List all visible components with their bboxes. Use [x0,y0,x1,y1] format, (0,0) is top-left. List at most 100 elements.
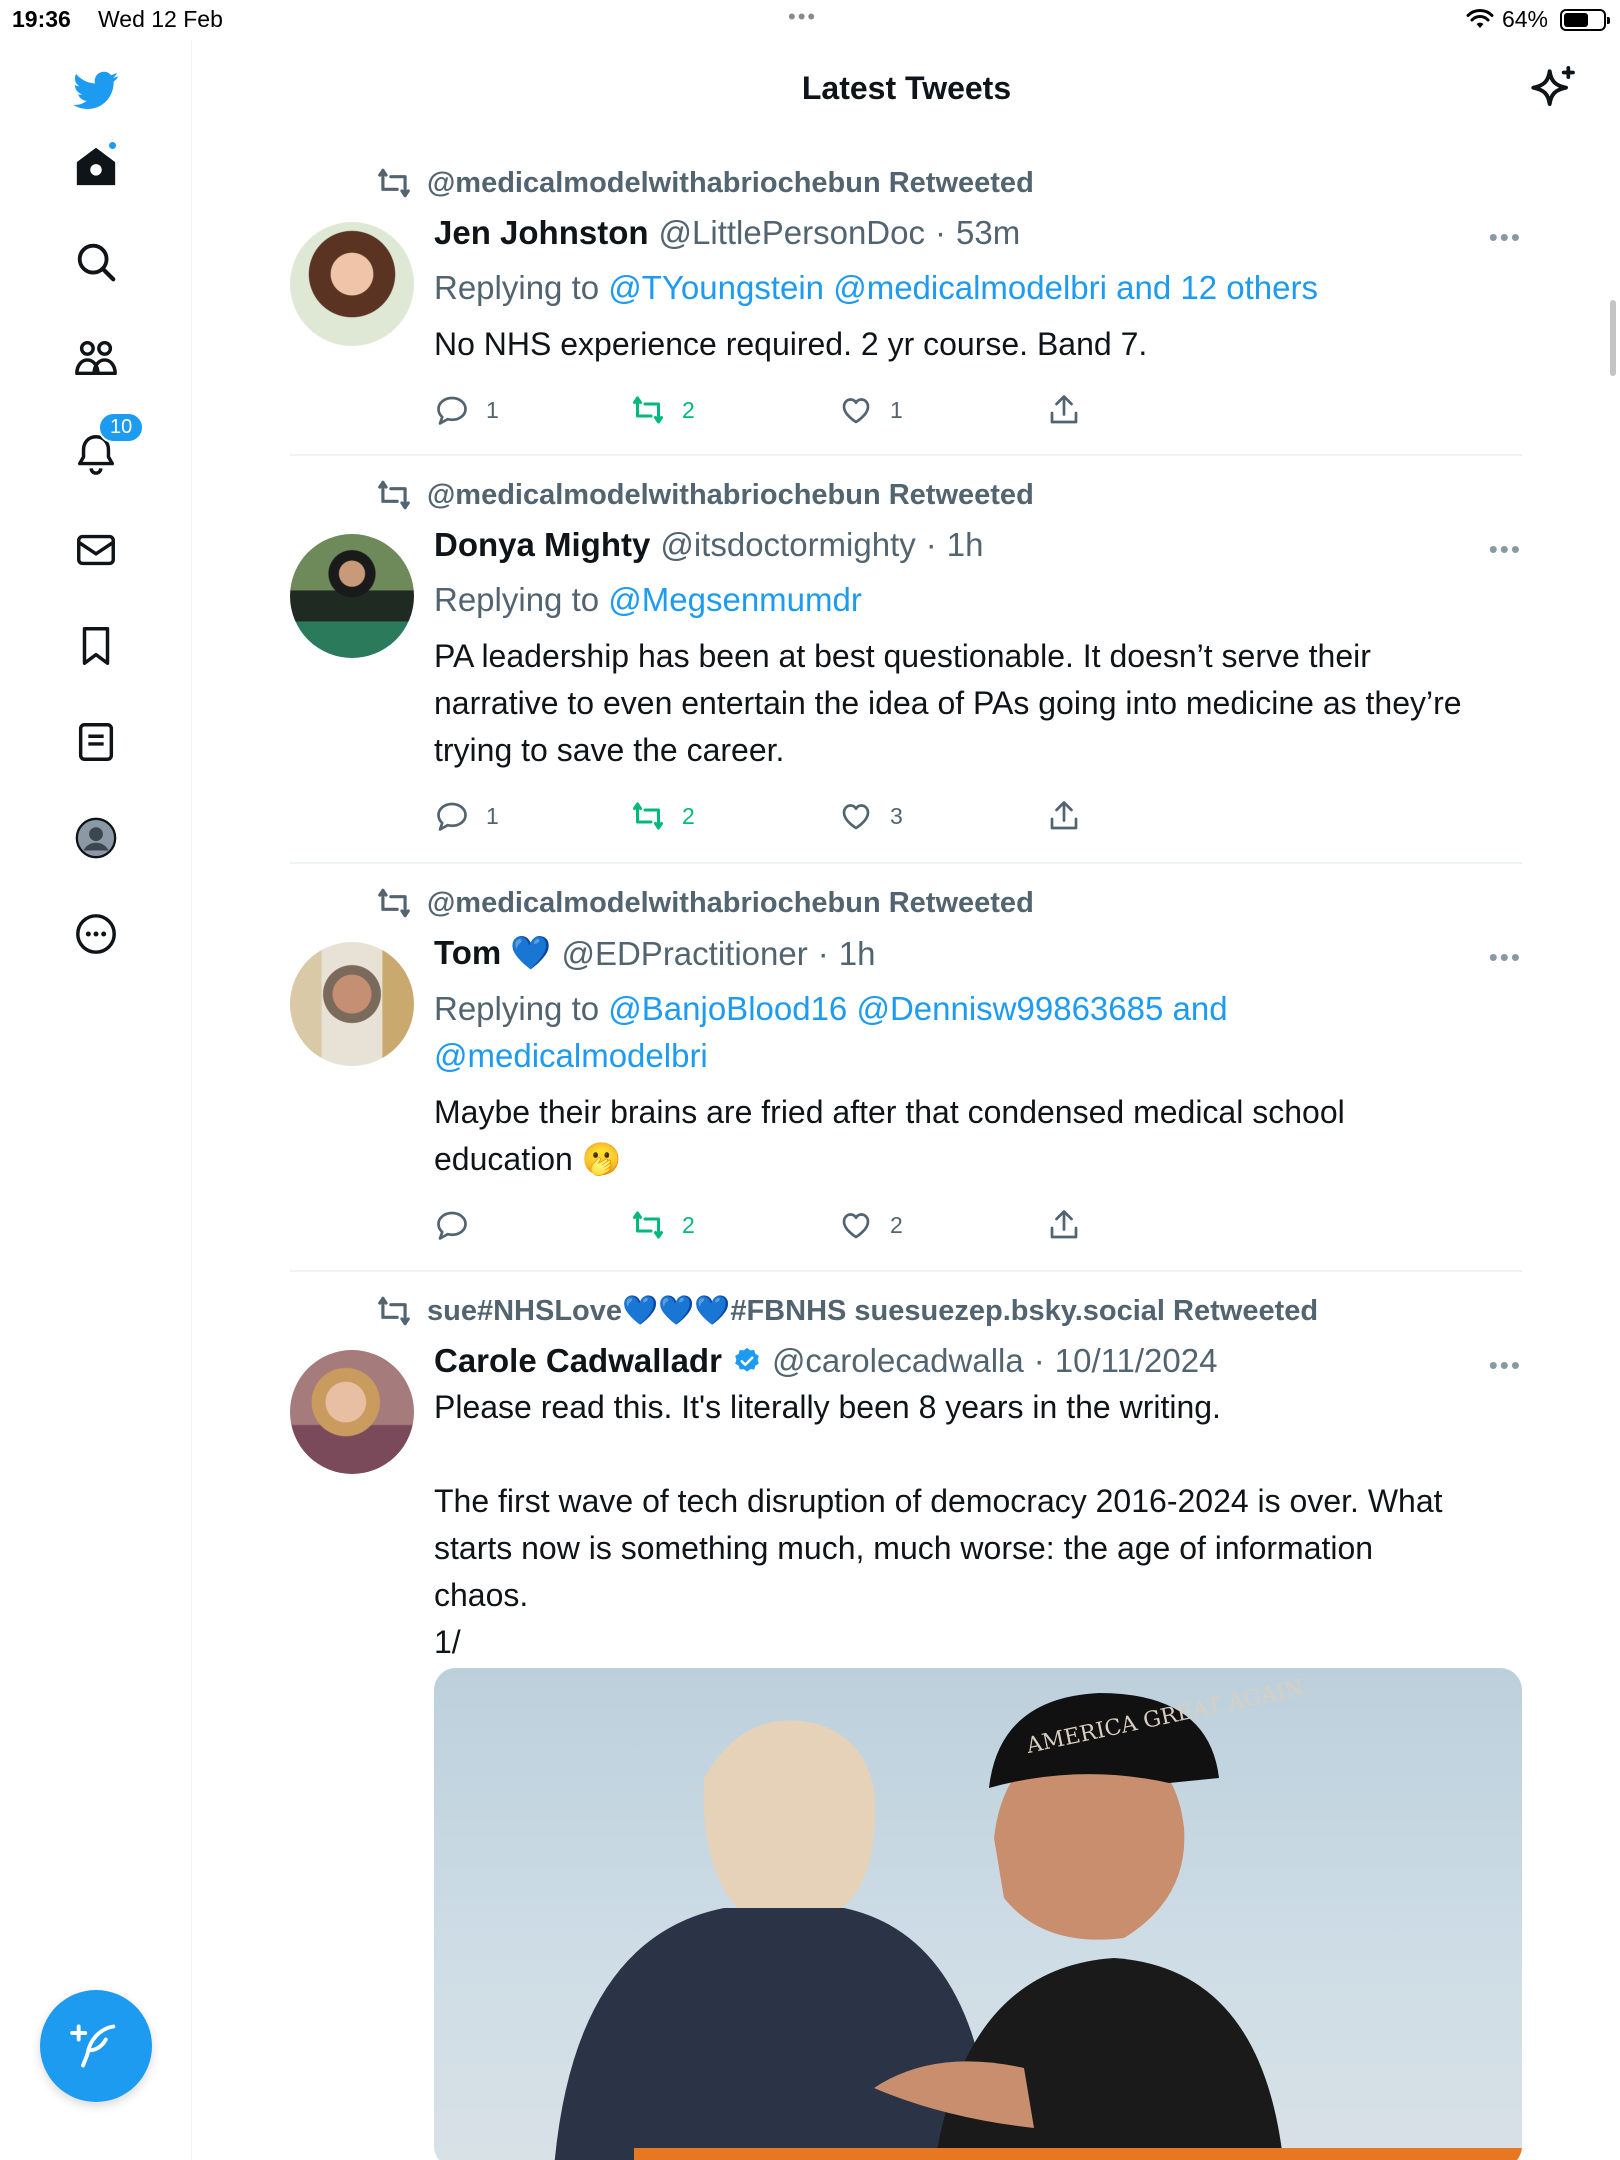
tweet-media-image[interactable]: AMERICA GREAT AGAIN [434,1668,1522,2160]
home-icon[interactable] [66,136,126,196]
more-options-icon[interactable]: ••• [1489,1350,1522,1381]
reply-button[interactable] [434,1207,486,1243]
multitasking-dots-icon[interactable]: ••• [788,4,817,30]
verified-badge-icon [735,1347,759,1372]
tweet[interactable]: @medicalmodelwithabriochebun Retweeted T… [290,864,1522,1272]
avatar[interactable] [290,222,414,346]
retweeted-by[interactable]: @medicalmodelwithabriochebun Retweeted [427,167,1034,200]
retweet-context: @medicalmodelwithabriochebun Retweeted [375,884,1034,922]
separator-dot: · [934,214,946,251]
status-right: 64% [1466,6,1610,33]
status-bar: 19:36 Wed 12 Feb ••• 64% [0,0,1620,40]
tweet-text: Maybe their brains are fried after that … [434,1094,1345,1177]
timeline: @medicalmodelwithabriochebun Retweeted J… [290,144,1522,2160]
avatar[interactable] [290,942,414,1066]
author-name[interactable]: Jen Johnston [434,214,649,252]
author-name[interactable]: Donya Mighty [434,526,650,564]
like-button[interactable]: 1 [838,392,903,428]
retweet-icon [633,802,663,830]
reply-mentions[interactable]: @TYoungstein @medicalmodelbri and 12 oth… [608,269,1318,306]
retweet-icon [633,396,663,424]
share-icon [1050,395,1078,424]
twitter-logo-icon[interactable] [66,60,126,120]
tweet-actions: 2 2 [434,1207,1474,1247]
tweet[interactable]: @medicalmodelwithabriochebun Retweeted J… [290,144,1522,456]
tweet-text: Please read this. It's literally been 8 … [434,1384,1474,1666]
communities-icon[interactable] [66,328,126,388]
retweet-icon [378,168,410,198]
reply-mentions[interactable]: @Megsenmumdr [608,581,862,618]
share-icon [1050,801,1078,830]
notifications-icon[interactable]: 10 [66,412,145,484]
reply-count: 1 [486,396,499,423]
tweet-time: 1h [946,526,984,563]
retweet-count: 2 [682,396,695,423]
tweet-time: 1h [838,934,876,972]
tweet-author-line: Tom 💙 @EDPractitioner · 1h [434,934,1474,973]
author-name[interactable]: Carole Cadwalladr [434,1342,722,1380]
like-count: 1 [890,396,903,423]
avatar[interactable] [290,1350,414,1474]
bookmarks-icon[interactable] [66,616,126,676]
share-button[interactable] [1046,1207,1082,1243]
author-handle[interactable]: @EDPractitioner [561,935,807,973]
avatar[interactable] [290,534,414,658]
retweet-button[interactable]: 2 [630,798,695,834]
compose-tweet-button[interactable] [40,1990,152,2102]
retweet-button[interactable]: 2 [630,1207,695,1243]
wifi-icon [1466,8,1494,28]
reply-count: 1 [486,802,499,829]
separator-dot: · [925,526,937,563]
battery-percent: 64% [1501,6,1548,32]
retweeted-by[interactable]: @medicalmodelwithabriochebun Retweeted [427,887,1034,920]
more-icon[interactable] [66,904,126,964]
replying-prefix: Replying to [434,990,600,1027]
heart-icon [842,804,870,830]
author-handle[interactable]: @itsdoctormighty [660,526,915,564]
compose-icon [70,2024,116,2068]
search-icon[interactable] [66,232,126,292]
share-button[interactable] [1046,798,1082,834]
like-count: 2 [890,1211,903,1238]
sidebar: 10 [0,40,192,2160]
share-button[interactable] [1046,392,1082,428]
reply-button[interactable]: 1 [434,798,499,834]
heart-icon [842,1213,870,1239]
separator-dot: · [817,934,829,972]
like-button[interactable]: 2 [838,1207,903,1243]
lists-icon[interactable] [66,712,126,772]
scrollbar[interactable] [1610,300,1616,376]
tweet[interactable]: @medicalmodelwithabriochebun Retweeted D… [290,456,1522,864]
retweeted-by[interactable]: @medicalmodelwithabriochebun Retweeted [427,479,1034,512]
retweet-icon [378,888,410,918]
page-title: Latest Tweets [801,70,1012,106]
reply-icon [437,1211,467,1240]
author-name[interactable]: Tom 💙 [434,934,551,973]
tweet-author-line: Jen Johnston @LittlePersonDoc · 53m [434,214,1474,252]
author-handle[interactable]: @carolecadwalla [772,1342,1024,1380]
reply-icon [437,396,467,425]
more-options-icon[interactable]: ••• [1489,942,1522,973]
like-button[interactable]: 3 [838,798,903,834]
tweet-text-spacer [434,1431,1474,1478]
tweet[interactable]: sue#NHSLove💙💙💙#FBNHS suesuezep.bsky.soci… [290,1272,1522,2160]
status-time: 19:36 [12,6,71,32]
reply-button[interactable]: 1 [434,392,499,428]
profile-icon[interactable] [66,808,126,868]
messages-icon[interactable] [66,520,126,580]
more-options-icon[interactable]: ••• [1489,222,1522,253]
author-handle[interactable]: @LittlePersonDoc [659,214,925,252]
more-options-icon[interactable]: ••• [1489,534,1522,565]
retweeted-by[interactable]: sue#NHSLove💙💙💙#FBNHS suesuezep.bsky.soci… [427,1294,1318,1328]
replying-to: Replying to @Megsenmumdr [434,576,1474,623]
reply-icon [437,802,467,831]
retweet-button[interactable]: 2 [630,392,695,428]
tweet-author-line: Carole Cadwalladr @carolecadwalla · 10/1… [434,1342,1474,1380]
tweet-text-line: The first wave of tech disruption of dem… [434,1483,1443,1613]
status-date: Wed 12 Feb [98,6,223,32]
feed-header: Latest Tweets [193,40,1620,144]
sparkle-icon[interactable] [1524,62,1580,118]
replying-to: Replying to @BanjoBlood16 @Dennisw998636… [434,985,1474,1079]
notification-badge: 10 [98,412,145,443]
retweet-context: @medicalmodelwithabriochebun Retweeted [375,164,1034,202]
